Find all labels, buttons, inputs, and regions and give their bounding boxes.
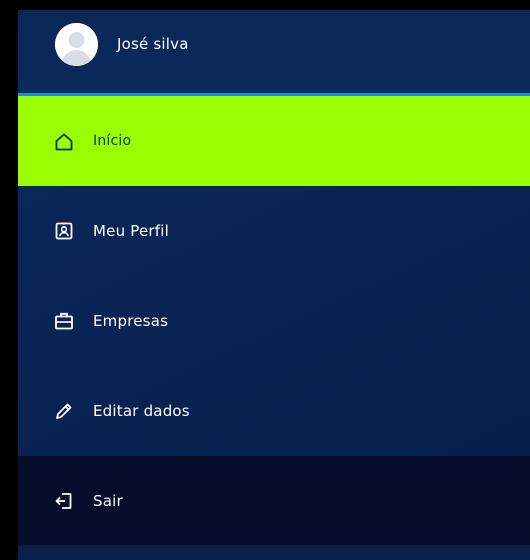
logout-button[interactable]: Sair [18, 456, 530, 546]
home-icon [54, 132, 74, 152]
profile-card-icon [54, 221, 74, 241]
sidebar-item-editar-dados[interactable]: Editar dados [18, 366, 530, 456]
logout-label: Sair [93, 492, 123, 510]
profile-header[interactable]: José silva [18, 10, 530, 93]
user-avatar-icon[interactable] [55, 23, 98, 66]
sidebar-item-empresas[interactable]: Empresas [18, 276, 530, 366]
profile-name: José silva [117, 35, 189, 53]
sidebar-footer-strip [18, 545, 530, 560]
sidebar-item-inicio[interactable]: Início [18, 96, 530, 186]
logout-icon [54, 491, 74, 511]
sidebar-item-label: Início [93, 133, 132, 149]
pencil-icon [54, 401, 74, 421]
sidebar-menu: José silva Início Meu Perfil Empresas Ed… [18, 10, 530, 560]
sidebar-item-label: Empresas [93, 312, 169, 330]
sidebar-item-meu-perfil[interactable]: Meu Perfil [18, 186, 530, 276]
sidebar-item-label: Editar dados [93, 402, 190, 420]
sidebar-item-label: Meu Perfil [93, 222, 169, 240]
briefcase-icon [54, 311, 74, 331]
app-frame: José silva Início Meu Perfil Empresas Ed… [0, 0, 530, 560]
